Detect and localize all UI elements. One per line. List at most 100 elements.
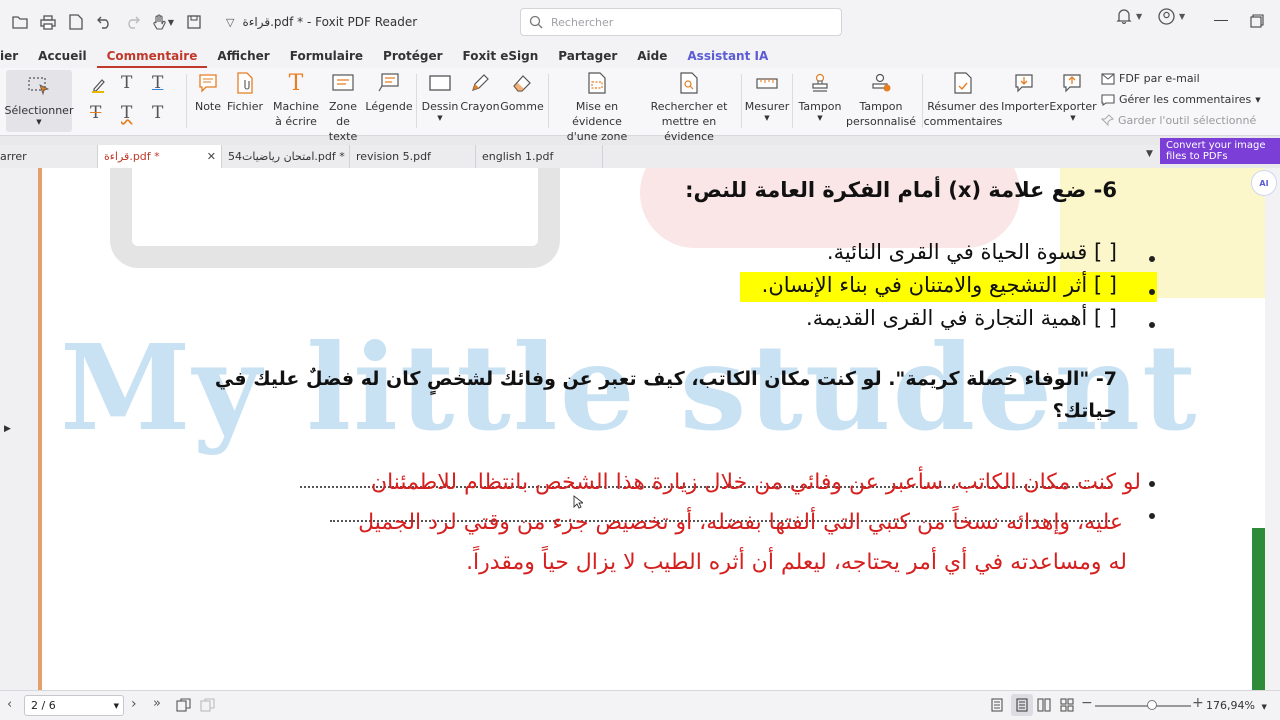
zoom-value: 176,94% [1206,699,1255,712]
tab-assistant-ia[interactable]: Assistant IA [677,49,778,68]
squiggly-button[interactable]: T [121,105,132,122]
tab-foxit-esign[interactable]: Foxit eSign [453,49,549,68]
tab-formulaire[interactable]: Formulaire [280,49,373,68]
page-left-border [38,168,42,690]
pencil-icon [467,70,493,96]
import-button[interactable]: Importer [1001,70,1049,114]
quick-access-toolbar: ▼ [6,8,208,36]
zoom-slider-track[interactable] [1095,705,1191,707]
zoom-out-icon[interactable]: − [1081,695,1093,711]
notifications-button[interactable]: ▼ [1116,8,1142,24]
eraser-button[interactable]: Gomme [500,70,544,114]
minimize-button[interactable] [1214,20,1228,21]
highlight-text-button[interactable] [90,76,108,94]
replace-text-button[interactable]: T [152,103,164,123]
document-view[interactable]: My little student 6- ضع علامة (x) أمام ا… [0,168,1265,690]
summarize-comments-button[interactable]: Résumer des commentaires [924,70,1002,129]
file-attach-button[interactable]: Fichier [227,70,263,114]
account-button[interactable]: ▼ [1158,8,1185,25]
zoom-level[interactable]: 176,94% ▼ [1206,699,1267,712]
chevron-down-icon[interactable]: ▽ [226,16,234,29]
note-button[interactable]: Note [192,70,224,114]
doc-tab-label: قراءة.pdf * [104,150,160,163]
custom-stamp-label-1: Tampon [859,100,903,113]
drawing-button[interactable]: Dessin ▼ [422,70,458,123]
close-icon[interactable]: ✕ [207,150,216,163]
fdf-email-button[interactable]: FDF par e-mail [1101,72,1200,85]
doc-tab-label: revision 5.pdf [356,150,431,163]
textbox-label-2: de texte [328,115,358,143]
copy-page-icon[interactable] [200,698,215,712]
strikeout-button[interactable]: T [90,105,101,122]
bell-icon [1116,9,1132,24]
redo-icon[interactable] [118,8,146,36]
restore-icon [1250,14,1264,28]
doc-tab-active[interactable]: قراءة.pdf * ✕ [98,145,222,168]
tab-proteger[interactable]: Protéger [373,49,452,68]
text-format-button[interactable]: T [121,73,133,93]
text-t-icon: T [121,73,133,93]
print-icon[interactable] [34,8,62,36]
tab-afficher[interactable]: Afficher [207,49,279,68]
tab-accueil[interactable]: Accueil [28,49,96,68]
doc-tab-partial[interactable]: arrer [0,145,98,168]
new-file-icon[interactable] [62,8,90,36]
ribbon-toolbar: Sélectionner ▼ T T T T T Note Fichier T … [0,68,1280,143]
doc-tab[interactable]: امتحان رياضيات54.pdf * [222,145,350,168]
select-tool-button[interactable]: Sélectionner ▼ [5,70,73,132]
background-tablet-illustration [110,168,560,268]
previous-page-icon[interactable]: ‹ [7,697,12,712]
typewriter-button[interactable]: T Machine à écrire [273,70,319,129]
measure-button[interactable]: Mesurer ▼ [745,70,789,123]
next-page-icon[interactable]: › [131,696,137,712]
tab-partager[interactable]: Partager [548,49,627,68]
summarize-icon [950,70,976,96]
save-icon[interactable] [180,8,208,36]
continuous-view-button[interactable] [1011,694,1033,716]
textbox-button[interactable]: Zone de texte [322,70,364,144]
convert-banner[interactable]: Convert your image files to PDFs [1160,138,1280,164]
restore-button[interactable] [1250,14,1264,28]
stamp-button[interactable]: Tampon ▼ [798,70,842,123]
fdf-email-label: FDF par e-mail [1119,72,1200,85]
file-label: Fichier [227,100,263,113]
select-cursor-icon [26,74,52,100]
undo-icon[interactable] [90,8,118,36]
hand-tool-icon[interactable]: ▼ [146,8,180,36]
text-underline-button[interactable]: T [152,75,163,92]
page-number-select[interactable]: 2 / 6 ▼ [24,695,124,716]
search-box[interactable] [520,8,842,36]
search-highlight-button[interactable]: Rechercher et mettre en évidence [644,70,734,144]
text-replace-icon: T [152,103,164,123]
export-button[interactable]: Exporter ▼ [1049,70,1097,123]
callout-label: Légende [365,100,413,113]
zoom-slider-thumb[interactable] [1147,700,1157,710]
last-page-icon[interactable]: » [153,696,161,711]
right-scrollbar[interactable]: AI [1251,168,1280,690]
two-page-continuous-icon[interactable] [1060,698,1074,712]
expand-panel-icon[interactable]: ▶ [4,424,11,434]
export-label: Exporter [1049,100,1097,113]
single-page-view-icon[interactable] [990,698,1004,712]
option-1: [ ] قسوة الحياة في القرى النائية. [826,240,1117,264]
zoom-in-icon[interactable]: + [1192,695,1204,711]
tabs-dropdown-icon[interactable]: ▼ [1146,149,1153,159]
keep-tool-selected-button[interactable]: Garder l'outil sélectionné [1101,114,1256,127]
open-folder-icon[interactable] [6,8,34,36]
pencil-button[interactable]: Crayon [460,70,500,114]
manage-comments-button[interactable]: Gérer les commentaires ▼ [1101,93,1261,106]
extract-page-icon[interactable] [176,698,191,712]
callout-button[interactable]: Légende [365,70,413,114]
tab-aide[interactable]: Aide [627,49,677,68]
tab-commentaire[interactable]: Commentaire [96,49,208,68]
area-highlight-button[interactable]: Mise en évidence d'une zone [554,70,640,144]
two-page-view-icon[interactable] [1037,698,1051,712]
question-6: 6- ضع علامة (x) أمام الفكرة العامة للنص: [685,178,1117,202]
doc-tab[interactable]: revision 5.pdf [350,145,476,168]
ai-assistant-icon[interactable]: AI [1251,170,1277,196]
question-7-line-2: حياتك؟ [1052,400,1117,422]
tab-partial[interactable]: ier [0,49,28,68]
custom-stamp-button[interactable]: Tampon personnalisé [846,70,916,129]
search-input[interactable] [551,15,831,29]
doc-tab[interactable]: english 1.pdf [476,145,603,168]
